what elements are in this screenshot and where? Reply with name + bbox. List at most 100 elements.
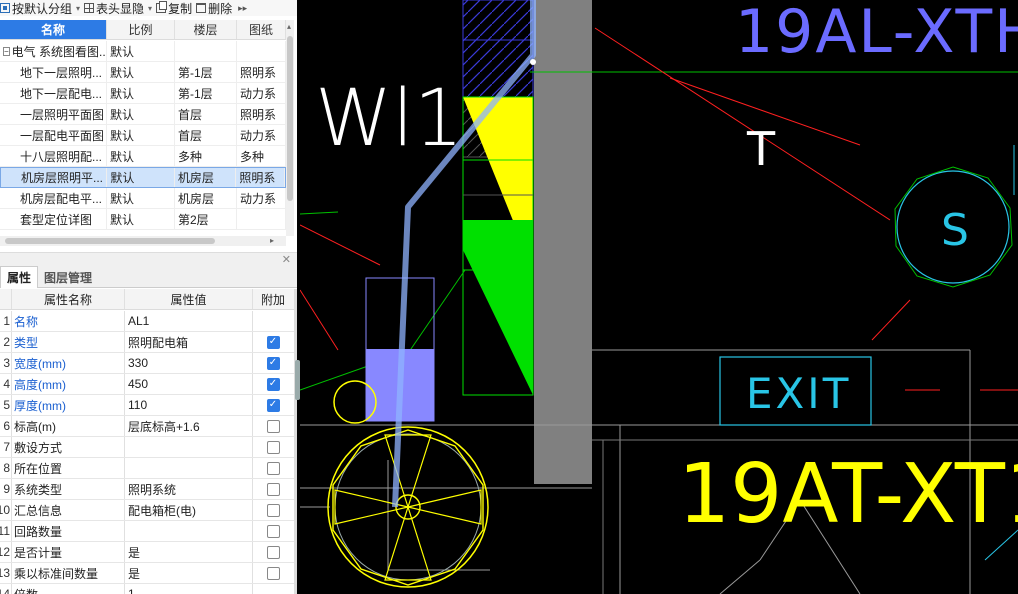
table-cell-scale: 默认: [107, 146, 175, 166]
drawing-table-vertical-scrollbar[interactable]: ▴: [286, 20, 294, 236]
group-by-default-button[interactable]: 按默认分组 ▾: [0, 0, 84, 16]
property-table-scrollbar[interactable]: [294, 289, 297, 594]
property-value[interactable]: [125, 458, 253, 478]
green-line: [300, 211, 339, 215]
table-row[interactable]: 机房层配电平... 默认 机房层 动力系: [0, 188, 286, 209]
extra-checkbox[interactable]: ✓: [266, 335, 280, 349]
property-row[interactable]: 12是否计量是: [0, 542, 297, 563]
column-header-property-value[interactable]: 属性值: [125, 289, 253, 309]
table-cell-name: 套型定位详图: [0, 209, 107, 229]
column-header-name[interactable]: 名称: [0, 20, 107, 39]
scroll-right-arrow-icon[interactable]: ▸: [270, 236, 274, 246]
property-name: 汇总信息: [12, 500, 125, 520]
exit-sign-text: EXIT: [746, 369, 851, 418]
group-name: 电气 系统图看图...: [11, 44, 107, 59]
property-value[interactable]: 450: [125, 374, 253, 394]
extra-checkbox[interactable]: [266, 440, 280, 454]
property-row[interactable]: 3 宽度(mm) 330 ✓: [0, 353, 297, 374]
property-row[interactable]: 8 所在位置: [0, 458, 297, 479]
property-value[interactable]: 照明系统: [125, 479, 253, 499]
header-visibility-button[interactable]: 表头显隐 ▾: [84, 0, 156, 16]
property-row[interactable]: 13乘以标准间数量是: [0, 563, 297, 584]
chevron-down-icon[interactable]: ▾: [148, 4, 152, 13]
property-row[interactable]: 14倍数1: [0, 584, 297, 594]
distribution-box-tag: 19AT-XT1: [678, 447, 1018, 542]
tab-layer-management[interactable]: 图层管理: [38, 266, 98, 288]
close-icon[interactable]: ✕: [282, 253, 291, 266]
extra-cell: [253, 416, 293, 436]
property-value[interactable]: 330: [125, 353, 253, 373]
extra-checkbox[interactable]: [266, 482, 280, 496]
property-value[interactable]: 是: [125, 542, 253, 562]
extra-checkbox[interactable]: ✓: [266, 398, 280, 412]
extra-checkbox[interactable]: [266, 566, 280, 580]
extra-checkbox[interactable]: [266, 545, 280, 559]
property-row[interactable]: 9 系统类型 照明系统: [0, 479, 297, 500]
panel-splitter[interactable]: ✕: [0, 252, 297, 266]
table-cell-name: 机房层配电平...: [0, 188, 107, 208]
more-icon[interactable]: ▸▸: [238, 3, 247, 14]
column-header-property-name[interactable]: 属性名称: [12, 289, 125, 309]
extra-checkbox[interactable]: [266, 524, 280, 538]
property-row[interactable]: 2 类型 照明配电箱 ✓: [0, 332, 297, 353]
extra-cell: [253, 563, 293, 583]
property-name: 宽度(mm): [12, 353, 125, 373]
extra-checkbox[interactable]: ✓: [266, 377, 280, 391]
extra-checkbox[interactable]: [266, 503, 280, 517]
property-row[interactable]: 10汇总信息配电箱柜(电): [0, 500, 297, 521]
tab-properties[interactable]: 属性: [0, 266, 39, 288]
extra-checkbox[interactable]: [266, 461, 280, 475]
extra-checkbox[interactable]: [266, 419, 280, 433]
property-value[interactable]: 配电箱柜(电): [125, 500, 253, 520]
scrollbar-thumb[interactable]: [287, 36, 293, 201]
table-row[interactable]: − 电气 系统图看图... 默认: [0, 41, 286, 62]
scroll-up-arrow-icon[interactable]: ▴: [287, 22, 291, 32]
drawing-table-horizontal-scrollbar[interactable]: ▸: [0, 236, 286, 246]
property-value[interactable]: 层底标高+1.6: [125, 416, 253, 436]
column-header-floor[interactable]: 楼层: [175, 20, 237, 39]
copy-button[interactable]: 复制: [156, 0, 196, 16]
top-cable-tag: 19AL-XTH: [735, 0, 1018, 67]
property-row-index: 13: [0, 563, 12, 583]
property-value[interactable]: 是: [125, 563, 253, 583]
cad-drawing-canvas[interactable]: S EXIT 19AL-XTH 19AT-XT1 Wl1 T: [300, 0, 1018, 594]
table-row[interactable]: 地下一层配电... 默认 第-1层 动力系: [0, 83, 286, 104]
scrollbar-thumb[interactable]: [5, 238, 215, 244]
property-value[interactable]: AL1: [125, 311, 253, 331]
property-value[interactable]: 1: [125, 584, 253, 594]
extra-checkbox[interactable]: ✓: [266, 356, 280, 370]
table-cell-floor: 第2层: [175, 209, 237, 229]
property-row[interactable]: 5 厚度(mm) 110 ✓: [0, 395, 297, 416]
table-row[interactable]: 套型定位详图 默认 第2层: [0, 209, 286, 230]
property-row-index: 3: [0, 353, 12, 373]
extra-cell: [253, 521, 293, 541]
table-row[interactable]: 一层配电平面图 默认 首层 动力系: [0, 125, 286, 146]
table-row-selected[interactable]: 机房层照明平... 默认 机房层 照明系: [0, 167, 286, 188]
property-value[interactable]: 照明配电箱: [125, 332, 253, 352]
table-row[interactable]: 一层照明平面图 默认 首层 照明系: [0, 104, 286, 125]
index-header: [0, 289, 12, 309]
property-row[interactable]: 7 敷设方式: [0, 437, 297, 458]
check-icon: ✓: [268, 399, 278, 410]
property-name: 回路数量: [12, 521, 125, 541]
collapse-icon[interactable]: −: [3, 46, 10, 56]
column-header-scale[interactable]: 比例: [107, 20, 175, 39]
extra-cell: [253, 479, 293, 499]
column-header-extra[interactable]: 附加: [253, 289, 293, 309]
property-row[interactable]: 1 名称 AL1: [0, 311, 297, 332]
check-icon: ✓: [268, 378, 278, 389]
property-value[interactable]: [125, 437, 253, 457]
red-line: [300, 224, 381, 266]
chevron-down-icon[interactable]: ▾: [76, 4, 80, 13]
table-row[interactable]: 地下一层照明... 默认 第-1层 照明系: [0, 62, 286, 83]
table-cell-type: 动力系: [237, 83, 286, 103]
property-row[interactable]: 4 高度(mm) 450 ✓: [0, 374, 297, 395]
table-row[interactable]: 十八层照明配... 默认 多种 多种: [0, 146, 286, 167]
property-row[interactable]: 6 标高(m) 层底标高+1.6: [0, 416, 297, 437]
property-value[interactable]: [125, 521, 253, 541]
delete-button[interactable]: 删除: [196, 0, 236, 16]
property-row[interactable]: 11回路数量: [0, 521, 297, 542]
property-row-index: 2: [0, 332, 12, 352]
column-header-type[interactable]: 图纸: [237, 20, 286, 39]
property-value[interactable]: 110: [125, 395, 253, 415]
